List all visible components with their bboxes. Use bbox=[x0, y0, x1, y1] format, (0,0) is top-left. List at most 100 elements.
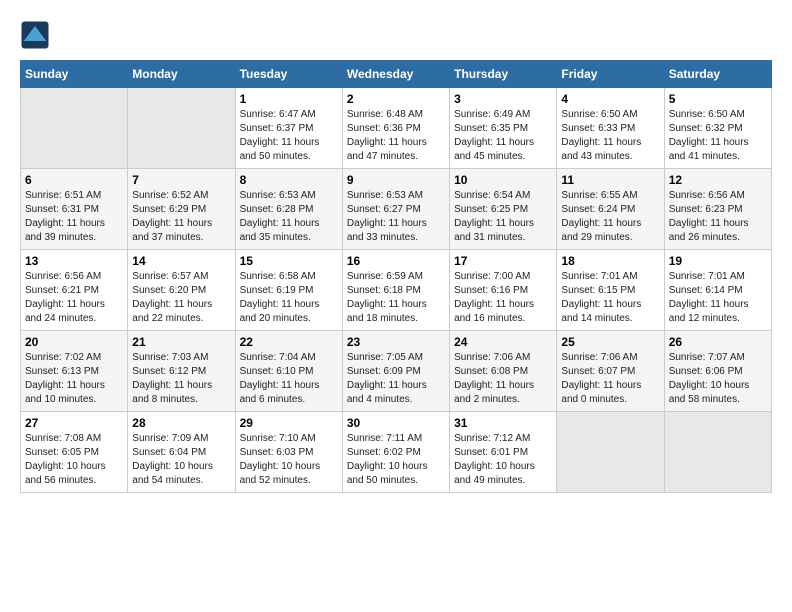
page-header bbox=[20, 20, 772, 50]
logo bbox=[20, 20, 54, 50]
calendar-cell: 4 Sunrise: 6:50 AM Sunset: 6:33 PM Daylig… bbox=[557, 88, 664, 169]
day-number: 21 bbox=[132, 335, 230, 349]
day-number: 5 bbox=[669, 92, 767, 106]
calendar-cell: 7 Sunrise: 6:52 AM Sunset: 6:29 PM Daylig… bbox=[128, 169, 235, 250]
calendar-cell: 22 Sunrise: 7:04 AM Sunset: 6:10 PM Dayli… bbox=[235, 331, 342, 412]
day-info: Sunrise: 6:52 AM Sunset: 6:29 PM Dayligh… bbox=[132, 189, 230, 245]
calendar-cell: 25Sunrise: 7:06 AM Sunset: 6:07 PM Dayli… bbox=[557, 331, 664, 412]
calendar-cell: 30 Sunrise: 7:11 AM Sunset: 6:02 PM Dayli… bbox=[342, 412, 449, 493]
day-info: Sunrise: 7:05 AM Sunset: 6:09 PM Dayligh… bbox=[347, 351, 445, 407]
day-info: Sunrise: 7:00 AM Sunset: 6:16 PM Dayligh… bbox=[454, 270, 552, 326]
day-info: Sunrise: 6:48 AM Sunset: 6:36 PM Dayligh… bbox=[347, 108, 445, 164]
weekday-header: Wednesday bbox=[342, 61, 449, 88]
calendar-cell: 10 Sunrise: 6:54 AM Sunset: 6:25 PM Dayli… bbox=[450, 169, 557, 250]
day-info: Sunrise: 6:53 AM Sunset: 6:27 PM Dayligh… bbox=[347, 189, 445, 245]
day-number: 31 bbox=[454, 416, 552, 430]
weekday-header: Monday bbox=[128, 61, 235, 88]
day-info: Sunrise: 7:09 AM Sunset: 6:04 PM Dayligh… bbox=[132, 432, 230, 488]
calendar-cell: 26 Sunrise: 7:07 AM Sunset: 6:06 PM Dayli… bbox=[664, 331, 771, 412]
day-info: Sunrise: 7:01 AM Sunset: 6:14 PM Dayligh… bbox=[669, 270, 767, 326]
calendar-week-row: 1Sunrise: 6:47 AM Sunset: 6:37 PM Daylig… bbox=[21, 88, 772, 169]
day-number: 16 bbox=[347, 254, 445, 268]
calendar-cell: 21 Sunrise: 7:03 AM Sunset: 6:12 PM Dayli… bbox=[128, 331, 235, 412]
weekday-header: Thursday bbox=[450, 61, 557, 88]
calendar-body: 1Sunrise: 6:47 AM Sunset: 6:37 PM Daylig… bbox=[21, 88, 772, 493]
day-number: 22 bbox=[240, 335, 338, 349]
calendar-cell: 13 Sunrise: 6:56 AM Sunset: 6:21 PM Dayli… bbox=[21, 250, 128, 331]
day-number: 11 bbox=[561, 173, 659, 187]
day-number: 23 bbox=[347, 335, 445, 349]
day-number: 20 bbox=[25, 335, 123, 349]
day-info: Sunrise: 6:50 AM Sunset: 6:33 PM Dayligh… bbox=[561, 108, 659, 164]
day-number: 12 bbox=[669, 173, 767, 187]
calendar-cell: 6Sunrise: 6:51 AM Sunset: 6:31 PM Daylig… bbox=[21, 169, 128, 250]
day-info: Sunrise: 6:51 AM Sunset: 6:31 PM Dayligh… bbox=[25, 189, 123, 245]
calendar-cell: 17Sunrise: 7:00 AM Sunset: 6:16 PM Dayli… bbox=[450, 250, 557, 331]
calendar-cell: 16Sunrise: 6:59 AM Sunset: 6:18 PM Dayli… bbox=[342, 250, 449, 331]
day-info: Sunrise: 7:10 AM Sunset: 6:03 PM Dayligh… bbox=[240, 432, 338, 488]
calendar-week-row: 27 Sunrise: 7:08 AM Sunset: 6:05 PM Dayli… bbox=[21, 412, 772, 493]
day-number: 13 bbox=[25, 254, 123, 268]
calendar-cell: 12 Sunrise: 6:56 AM Sunset: 6:23 PM Dayli… bbox=[664, 169, 771, 250]
calendar-cell: 28 Sunrise: 7:09 AM Sunset: 6:04 PM Dayli… bbox=[128, 412, 235, 493]
day-info: Sunrise: 6:56 AM Sunset: 6:23 PM Dayligh… bbox=[669, 189, 767, 245]
day-number: 28 bbox=[132, 416, 230, 430]
day-info: Sunrise: 6:47 AM Sunset: 6:37 PM Dayligh… bbox=[240, 108, 338, 164]
day-number: 30 bbox=[347, 416, 445, 430]
day-number: 7 bbox=[132, 173, 230, 187]
calendar-cell: 15 Sunrise: 6:58 AM Sunset: 6:19 PM Dayli… bbox=[235, 250, 342, 331]
calendar-table: SundayMondayTuesdayWednesdayThursdayFrid… bbox=[20, 60, 772, 493]
day-info: Sunrise: 6:55 AM Sunset: 6:24 PM Dayligh… bbox=[561, 189, 659, 245]
calendar-cell: 14Sunrise: 6:57 AM Sunset: 6:20 PM Dayli… bbox=[128, 250, 235, 331]
day-info: Sunrise: 7:06 AM Sunset: 6:08 PM Dayligh… bbox=[454, 351, 552, 407]
calendar-cell: 24 Sunrise: 7:06 AM Sunset: 6:08 PM Dayli… bbox=[450, 331, 557, 412]
day-number: 29 bbox=[240, 416, 338, 430]
day-info: Sunrise: 7:11 AM Sunset: 6:02 PM Dayligh… bbox=[347, 432, 445, 488]
day-number: 4 bbox=[561, 92, 659, 106]
day-number: 3 bbox=[454, 92, 552, 106]
day-info: Sunrise: 7:01 AM Sunset: 6:15 PM Dayligh… bbox=[561, 270, 659, 326]
day-number: 15 bbox=[240, 254, 338, 268]
calendar-cell bbox=[128, 88, 235, 169]
calendar-cell bbox=[557, 412, 664, 493]
day-number: 18 bbox=[561, 254, 659, 268]
day-number: 24 bbox=[454, 335, 552, 349]
day-info: Sunrise: 7:03 AM Sunset: 6:12 PM Dayligh… bbox=[132, 351, 230, 407]
day-info: Sunrise: 6:58 AM Sunset: 6:19 PM Dayligh… bbox=[240, 270, 338, 326]
day-info: Sunrise: 6:57 AM Sunset: 6:20 PM Dayligh… bbox=[132, 270, 230, 326]
day-number: 25 bbox=[561, 335, 659, 349]
calendar-cell: 23 Sunrise: 7:05 AM Sunset: 6:09 PM Dayli… bbox=[342, 331, 449, 412]
day-number: 2 bbox=[347, 92, 445, 106]
calendar-cell: 11 Sunrise: 6:55 AM Sunset: 6:24 PM Dayli… bbox=[557, 169, 664, 250]
weekday-header: Sunday bbox=[21, 61, 128, 88]
logo-icon bbox=[20, 20, 50, 50]
calendar-cell: 20 Sunrise: 7:02 AM Sunset: 6:13 PM Dayli… bbox=[21, 331, 128, 412]
day-number: 19 bbox=[669, 254, 767, 268]
calendar-cell: 8Sunrise: 6:53 AM Sunset: 6:28 PM Daylig… bbox=[235, 169, 342, 250]
weekday-header: Tuesday bbox=[235, 61, 342, 88]
calendar-cell: 2 Sunrise: 6:48 AM Sunset: 6:36 PM Daylig… bbox=[342, 88, 449, 169]
weekday-header: Friday bbox=[557, 61, 664, 88]
day-info: Sunrise: 7:04 AM Sunset: 6:10 PM Dayligh… bbox=[240, 351, 338, 407]
calendar-cell bbox=[664, 412, 771, 493]
calendar-cell: 9Sunrise: 6:53 AM Sunset: 6:27 PM Daylig… bbox=[342, 169, 449, 250]
calendar-header: SundayMondayTuesdayWednesdayThursdayFrid… bbox=[21, 61, 772, 88]
day-info: Sunrise: 7:07 AM Sunset: 6:06 PM Dayligh… bbox=[669, 351, 767, 407]
calendar-cell: 5 Sunrise: 6:50 AM Sunset: 6:32 PM Daylig… bbox=[664, 88, 771, 169]
calendar-cell: 18 Sunrise: 7:01 AM Sunset: 6:15 PM Dayli… bbox=[557, 250, 664, 331]
weekday-header: Saturday bbox=[664, 61, 771, 88]
day-info: Sunrise: 7:12 AM Sunset: 6:01 PM Dayligh… bbox=[454, 432, 552, 488]
day-number: 26 bbox=[669, 335, 767, 349]
calendar-cell: 29 Sunrise: 7:10 AM Sunset: 6:03 PM Dayli… bbox=[235, 412, 342, 493]
day-info: Sunrise: 6:50 AM Sunset: 6:32 PM Dayligh… bbox=[669, 108, 767, 164]
day-info: Sunrise: 6:54 AM Sunset: 6:25 PM Dayligh… bbox=[454, 189, 552, 245]
day-info: Sunrise: 6:49 AM Sunset: 6:35 PM Dayligh… bbox=[454, 108, 552, 164]
day-number: 27 bbox=[25, 416, 123, 430]
day-info: Sunrise: 6:56 AM Sunset: 6:21 PM Dayligh… bbox=[25, 270, 123, 326]
day-info: Sunrise: 7:02 AM Sunset: 6:13 PM Dayligh… bbox=[25, 351, 123, 407]
calendar-cell: 19 Sunrise: 7:01 AM Sunset: 6:14 PM Dayli… bbox=[664, 250, 771, 331]
calendar-cell: 27 Sunrise: 7:08 AM Sunset: 6:05 PM Dayli… bbox=[21, 412, 128, 493]
day-number: 10 bbox=[454, 173, 552, 187]
calendar-week-row: 20 Sunrise: 7:02 AM Sunset: 6:13 PM Dayli… bbox=[21, 331, 772, 412]
day-info: Sunrise: 7:08 AM Sunset: 6:05 PM Dayligh… bbox=[25, 432, 123, 488]
